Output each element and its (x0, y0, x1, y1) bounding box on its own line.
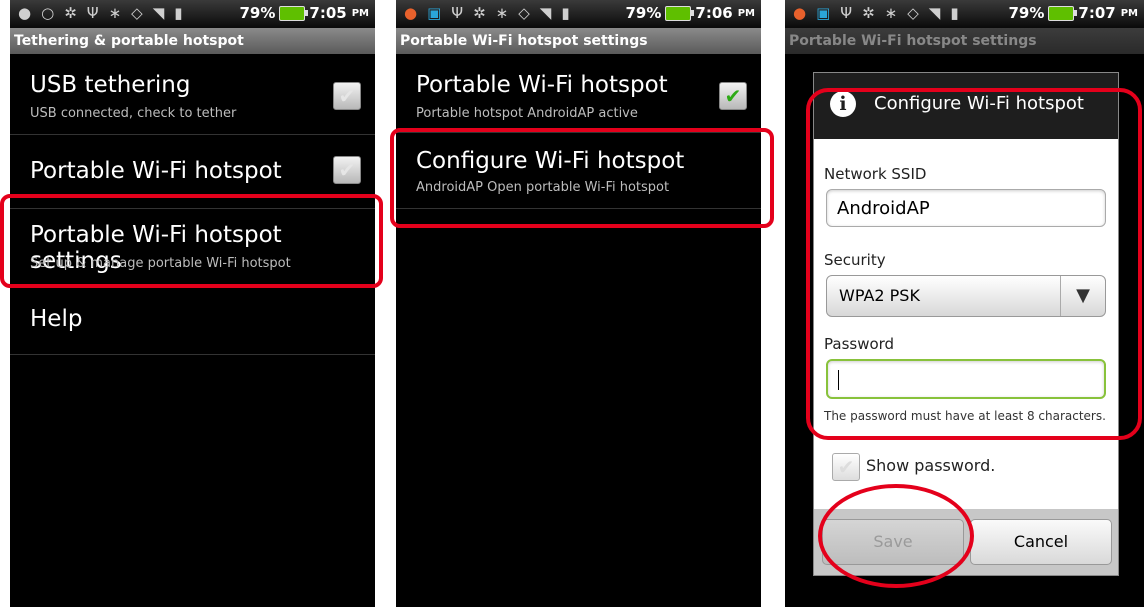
notification-circle-icon: ○ (41, 4, 55, 22)
wifi-icon: ◥ (539, 4, 552, 22)
item-title: USB tethering (30, 72, 191, 98)
highlight-box-configure (390, 128, 774, 228)
notification-badge-icon: ● (793, 4, 807, 22)
phone-screen-1: ● ○ ✲ Ψ ∗ ◇ ◥ ▮ 79% 7:05 PM Tethering & p… (10, 0, 375, 607)
vibrate-icon: ◇ (518, 4, 530, 22)
bluetooth-icon: ∗ (884, 4, 898, 22)
usb-icon: Ψ (451, 4, 464, 22)
show-password-checkbox[interactable]: ✔ (832, 453, 860, 481)
phone-screen-2: ● ▣ Ψ ✲ ∗ ◇ ◥ ▮ 79% 7:06 PM Portable Wi-F… (396, 0, 761, 607)
usb-icon: Ψ (86, 4, 99, 22)
signal-icon: ▮ (174, 4, 183, 22)
status-bar: ● ○ ✲ Ψ ∗ ◇ ◥ ▮ 79% 7:05 PM (10, 0, 375, 28)
android-debug-icon: ✲ (862, 4, 875, 22)
clock-ampm: PM (351, 7, 369, 19)
vibrate-icon: ◇ (131, 4, 143, 22)
usb-icon: Ψ (840, 4, 853, 22)
wifi-hotspot-item[interactable]: Portable Wi-Fi hotspot Portable hotspot … (396, 54, 761, 133)
help-item[interactable]: Help (10, 286, 375, 355)
bluetooth-icon: ∗ (108, 4, 122, 22)
item-subtitle: USB connected, check to tether (30, 106, 237, 121)
bluetooth-icon: ∗ (495, 4, 509, 22)
screen-title: Tethering & portable hotspot (10, 28, 375, 54)
item-subtitle: Portable hotspot AndroidAP active (416, 106, 638, 121)
usb-tethering-item[interactable]: USB tethering USB connected, check to te… (10, 54, 375, 135)
clock: 7:06 (695, 4, 733, 22)
clock: 7:07 (1078, 4, 1116, 22)
battery-percent: 79% (625, 4, 662, 22)
item-title: Help (30, 306, 83, 332)
vibrate-icon: ◇ (907, 4, 919, 22)
highlight-box-dialog-fields (806, 88, 1142, 440)
show-password-label: Show password. (866, 456, 996, 475)
screen-title: Portable Wi-Fi hotspot settings (396, 28, 761, 54)
wifi-hotspot-notification-icon: ▣ (816, 4, 831, 22)
clock: 7:05 (309, 4, 347, 22)
highlight-box-settings (0, 194, 383, 288)
highlight-ellipse-save (818, 484, 974, 588)
wifi-icon: ◥ (152, 4, 165, 22)
signal-icon: ▮ (950, 4, 959, 22)
android-debug-icon: ✲ (64, 4, 77, 22)
battery-icon (279, 5, 309, 21)
wifi-icon: ◥ (928, 4, 941, 22)
status-bar: ● ▣ Ψ ✲ ∗ ◇ ◥ ▮ 79% 7:07 PM (785, 0, 1144, 28)
battery-percent: 79% (1008, 4, 1045, 22)
battery-percent: 79% (239, 4, 276, 22)
signal-icon: ▮ (561, 4, 570, 22)
android-debug-icon: ✲ (473, 4, 486, 22)
notification-badge-icon: ● (404, 4, 418, 22)
wifi-hotspot-checkbox[interactable]: ✔ (719, 82, 747, 110)
status-bar: ● ▣ Ψ ✲ ∗ ◇ ◥ ▮ 79% 7:06 PM (396, 0, 761, 28)
screen-title: Portable Wi-Fi hotspot settings (785, 28, 1144, 54)
battery-icon (1048, 5, 1078, 21)
cancel-button[interactable]: Cancel (970, 519, 1112, 565)
wifi-hotspot-checkbox[interactable]: ✔ (333, 156, 361, 184)
battery-icon (665, 5, 695, 21)
clock-ampm: PM (737, 7, 755, 19)
app-notification-icon: ● (18, 4, 32, 22)
item-title: Portable Wi-Fi hotspot (416, 72, 668, 98)
wifi-hotspot-notification-icon: ▣ (427, 4, 442, 22)
item-title: Portable Wi-Fi hotspot (30, 158, 282, 184)
clock-ampm: PM (1120, 7, 1138, 19)
usb-tethering-checkbox[interactable]: ✔ (333, 82, 361, 110)
